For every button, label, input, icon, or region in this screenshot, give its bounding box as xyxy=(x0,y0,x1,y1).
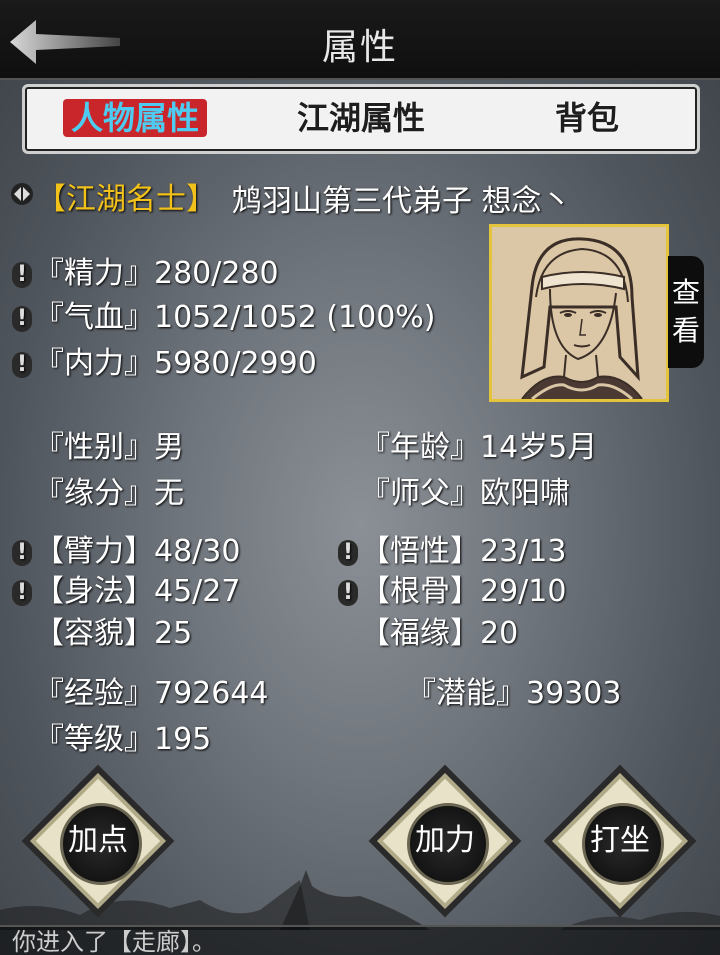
inner-power-row: ! 『内力』5980/2990 xyxy=(12,338,317,382)
avatar[interactable] xyxy=(489,224,669,402)
add-force-button[interactable]: 加力 xyxy=(377,773,513,909)
top-bar: 属性 xyxy=(0,0,720,80)
comprehension-value: 【悟性】23/13 xyxy=(360,534,567,569)
gender-label: 『性别』男 xyxy=(34,430,184,465)
rank-title: 【江湖名士】 xyxy=(36,182,216,217)
info-icon[interactable]: ! xyxy=(12,539,32,566)
inner-power-value: 『内力』5980/2990 xyxy=(34,346,317,381)
health-value: 『气血』1052/1052 (100%) xyxy=(34,300,436,335)
view-button[interactable]: 查看 xyxy=(668,256,704,368)
info-icon[interactable]: ! xyxy=(12,579,32,606)
luck-value: 【福缘】20 xyxy=(360,616,519,651)
age-label: 『年龄』14岁5月 xyxy=(360,430,598,465)
info-icon[interactable]: ! xyxy=(12,351,32,378)
constitution-row: ! 【根骨】29/10 xyxy=(338,566,566,610)
potential-value: 『潜能』39303 xyxy=(406,676,622,711)
experience-value: 『经验』792644 xyxy=(34,676,269,711)
master-label: 『师父』欧阳啸 xyxy=(360,476,570,511)
tab-jianghu-attributes[interactable]: 江湖属性 xyxy=(297,99,425,137)
tab-character-attributes[interactable]: 人物属性 xyxy=(63,99,208,137)
health-row: ! 『气血』1052/1052 (100%) xyxy=(12,292,436,336)
page-title: 属性 xyxy=(321,27,398,68)
info-icon[interactable]: ! xyxy=(338,579,358,606)
agility-row: ! 【身法】45/27 xyxy=(12,566,240,610)
energy-value: 『精力』280/280 xyxy=(34,256,279,291)
fate-label: 『缘分』无 xyxy=(34,476,184,511)
looks-value: 【容貌】25 xyxy=(34,616,193,651)
meditate-label: 打坐 xyxy=(590,823,650,858)
agility-value: 【身法】45/27 xyxy=(34,574,241,609)
character-portrait-icon xyxy=(492,227,666,401)
tab-backpack[interactable]: 背包 xyxy=(555,99,619,137)
energy-row: ! 『精力』280/280 xyxy=(12,248,279,292)
meditate-button[interactable]: 打坐 xyxy=(552,773,688,909)
swap-icon[interactable] xyxy=(10,181,34,207)
info-icon[interactable]: ! xyxy=(338,539,358,566)
level-value: 『等级』195 xyxy=(34,722,212,757)
character-name: 鸩羽山第三代弟子 想念丶 xyxy=(232,184,572,219)
strength-row: ! 【臂力】48/30 xyxy=(12,526,240,570)
info-icon[interactable]: ! xyxy=(12,261,32,288)
add-points-label: 加点 xyxy=(68,823,128,858)
add-points-button[interactable]: 加点 xyxy=(30,773,166,909)
info-icon[interactable]: ! xyxy=(12,305,32,332)
tab-bar: 人物属性 江湖属性 背包 xyxy=(22,84,700,154)
constitution-value: 【根骨】29/10 xyxy=(360,574,567,609)
add-force-label: 加力 xyxy=(415,823,475,858)
message-log: 你进入了【走廊】。 xyxy=(0,925,720,955)
comprehension-row: ! 【悟性】23/13 xyxy=(338,526,566,570)
strength-value: 【臂力】48/30 xyxy=(34,534,241,569)
